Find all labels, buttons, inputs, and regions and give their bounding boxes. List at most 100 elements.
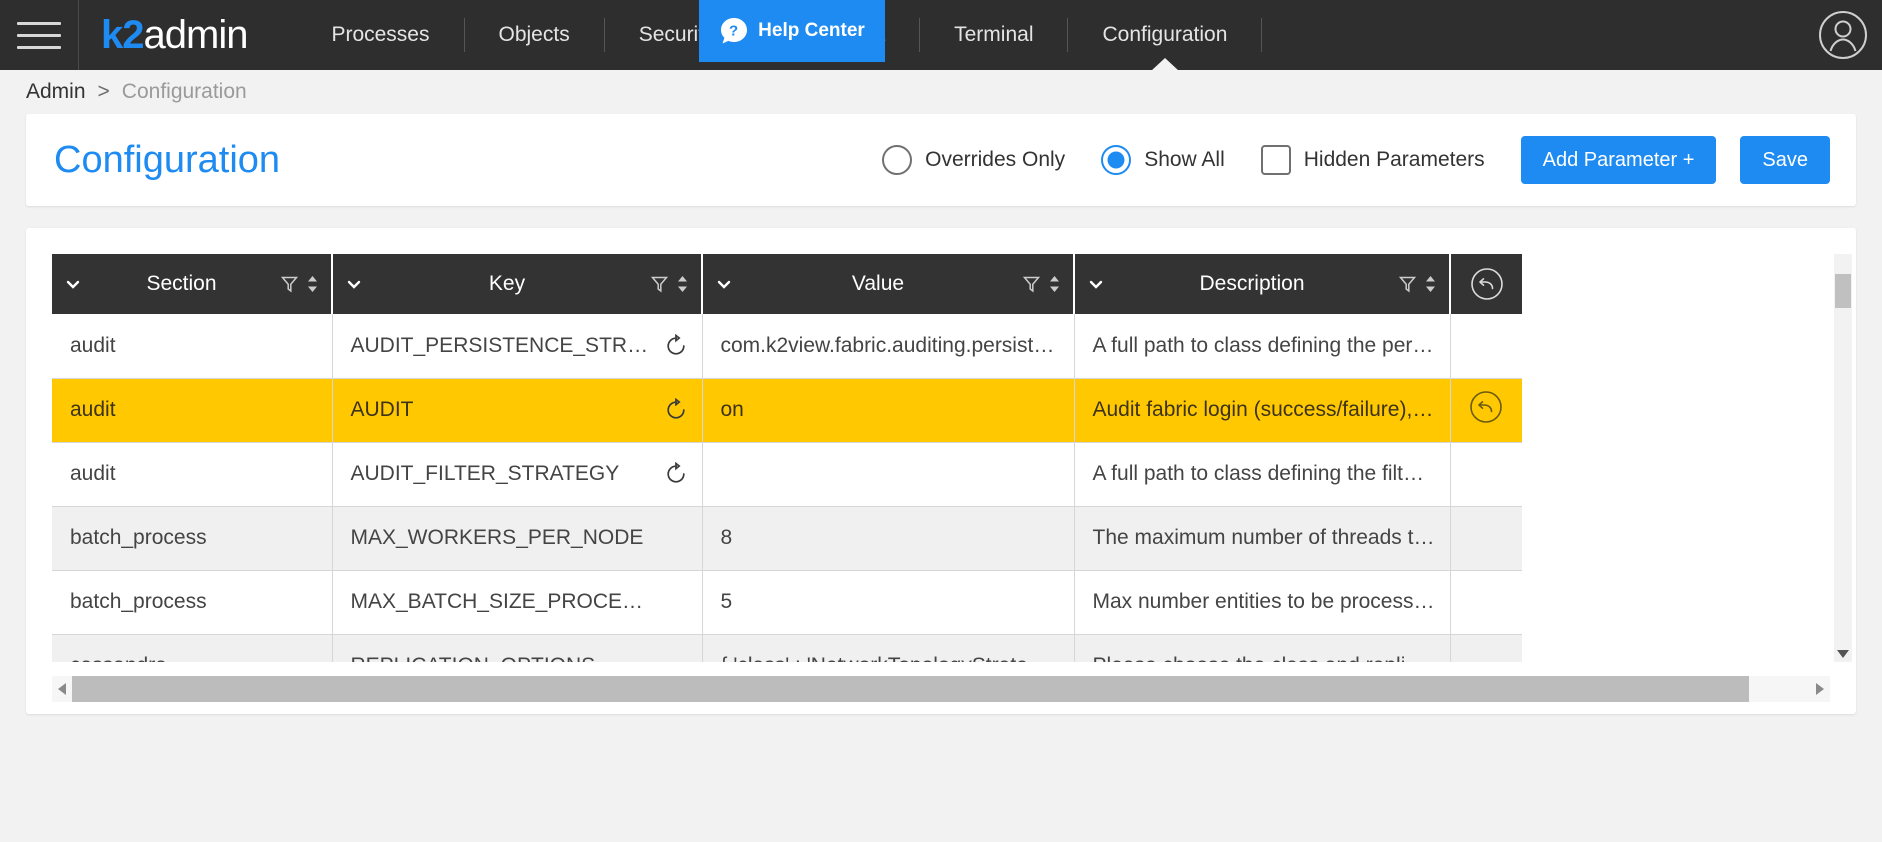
cell-value[interactable]: 8 <box>702 506 1074 570</box>
cell-revert <box>1450 634 1522 662</box>
sort-icon[interactable] <box>1048 274 1061 294</box>
table-row[interactable]: batch_processMAX_WORKERS_PER_NODE8The ma… <box>52 506 1522 570</box>
cell-description: A full path to class defining the filter… <box>1074 442 1450 506</box>
table-row[interactable]: auditAUDITonAudit fabric login (success/… <box>52 378 1522 442</box>
cell-section: cassandra <box>52 634 332 662</box>
cell-revert[interactable] <box>1450 378 1522 442</box>
table-header: Section <box>52 254 1522 314</box>
user-avatar-icon[interactable] <box>1816 8 1870 62</box>
cell-value[interactable]: { 'class' : 'NetworkTopologyStrategy', '… <box>702 634 1074 662</box>
sort-icon[interactable] <box>1424 274 1437 294</box>
nav-item-terminal[interactable]: Terminal <box>920 0 1067 70</box>
page-title: Configuration <box>54 139 280 182</box>
table-scroll-viewport: Section <box>52 254 1830 662</box>
cell-section: audit <box>52 314 332 378</box>
filter-icon[interactable] <box>281 275 298 293</box>
horizontal-scroll-track[interactable] <box>72 676 1810 702</box>
column-header-description-label: Description <box>1113 272 1391 296</box>
active-tab-caret-icon <box>1151 58 1179 71</box>
help-question-icon: ? <box>719 16 749 46</box>
scroll-right-arrow-icon[interactable] <box>1810 676 1830 702</box>
scroll-left-arrow-icon[interactable] <box>52 676 72 702</box>
top-navigation-bar: k2admin Processes Objects Security Cassa… <box>0 0 1882 70</box>
restart-required-icon[interactable] <box>664 334 688 358</box>
filter-icon[interactable] <box>1023 275 1040 293</box>
app-logo[interactable]: k2admin <box>79 13 269 58</box>
column-header-value[interactable]: Value <box>702 254 1074 314</box>
hamburger-line <box>17 22 61 25</box>
radio-overrides-only-label: Overrides Only <box>925 148 1065 172</box>
table-body: auditAUDIT_PERSISTENCE_STRATEGYcom.k2vie… <box>52 314 1522 662</box>
table-horizontal-scrollbar[interactable] <box>52 676 1830 702</box>
cell-section: batch_process <box>52 506 332 570</box>
column-header-description[interactable]: Description <box>1074 254 1450 314</box>
table-vertical-scrollbar[interactable] <box>1834 254 1852 662</box>
configuration-table-card: Section <box>26 228 1856 714</box>
filter-icon[interactable] <box>1399 275 1416 293</box>
column-header-revert-all[interactable] <box>1450 254 1522 314</box>
vertical-scroll-thumb[interactable] <box>1835 274 1851 308</box>
logo-admin-text: admin <box>144 13 248 58</box>
radio-show-all[interactable]: Show All <box>1101 145 1225 175</box>
nav-item-processes[interactable]: Processes <box>297 0 463 70</box>
configuration-header-card: Configuration Overrides Only Show All Hi… <box>26 114 1856 206</box>
add-parameter-button[interactable]: Add Parameter + <box>1521 136 1717 184</box>
cell-description: Please choose the class and replication … <box>1074 634 1450 662</box>
cell-section: audit <box>52 378 332 442</box>
save-button[interactable]: Save <box>1740 136 1830 184</box>
filter-icon[interactable] <box>651 275 668 293</box>
chevron-down-icon[interactable] <box>345 275 363 293</box>
checkbox-hidden-parameters[interactable]: Hidden Parameters <box>1261 145 1485 175</box>
breadcrumb: Admin > Configuration <box>0 70 1882 114</box>
cell-key: REPLICATION_OPTIONS <box>332 634 702 662</box>
cell-key: AUDIT_FILTER_STRATEGY <box>332 442 702 506</box>
checkbox-hidden-parameters-label: Hidden Parameters <box>1304 148 1485 172</box>
nav-item-objects[interactable]: Objects <box>465 0 604 70</box>
restart-required-icon[interactable] <box>664 462 688 486</box>
column-header-key[interactable]: Key <box>332 254 702 314</box>
revert-row-icon[interactable] <box>1469 406 1503 429</box>
table-row[interactable]: auditAUDIT_PERSISTENCE_STRATEGYcom.k2vie… <box>52 314 1522 378</box>
column-header-section-label: Section <box>90 272 273 296</box>
cell-revert <box>1450 442 1522 506</box>
checkbox-hidden-parameters-indicator[interactable] <box>1261 145 1291 175</box>
help-center-button[interactable]: ? Help Center <box>699 0 885 62</box>
radio-show-all-label: Show All <box>1144 148 1225 172</box>
sort-icon[interactable] <box>306 274 319 294</box>
cell-value[interactable] <box>702 442 1074 506</box>
column-header-section[interactable]: Section <box>52 254 332 314</box>
chevron-down-icon[interactable] <box>1087 275 1105 293</box>
cell-key-text: REPLICATION_OPTIONS <box>351 654 596 662</box>
restart-required-icon[interactable] <box>664 398 688 422</box>
chevron-down-icon[interactable] <box>715 275 733 293</box>
cell-revert <box>1450 506 1522 570</box>
cell-value[interactable]: on <box>702 378 1074 442</box>
cell-value[interactable]: com.k2view.fabric.auditing.persistence..… <box>702 314 1074 378</box>
chevron-down-icon[interactable] <box>64 275 82 293</box>
cell-key-text: MAX_WORKERS_PER_NODE <box>351 526 644 549</box>
cell-description: A full path to class defining the persis… <box>1074 314 1450 378</box>
cell-key: AUDIT_PERSISTENCE_STRATEGY <box>332 314 702 378</box>
table-row[interactable]: cassandra REPLICATION_OPTIONS { 'class' : … <box>52 634 1522 662</box>
hamburger-menu-icon[interactable] <box>0 0 78 70</box>
revert-all-icon[interactable] <box>1470 267 1504 301</box>
horizontal-scroll-thumb[interactable] <box>72 676 1749 702</box>
table-row[interactable]: batch_processMAX_BATCH_SIZE_PROCESSING5M… <box>52 570 1522 634</box>
cell-key-text: MAX_BATCH_SIZE_PROCESSING <box>351 590 688 613</box>
table-row[interactable]: audit AUDIT_FILTER_STRATEGY A full path to… <box>52 442 1522 506</box>
cell-value[interactable]: 5 <box>702 570 1074 634</box>
sort-icon[interactable] <box>676 274 689 294</box>
help-center-label: Help Center <box>758 20 865 42</box>
cell-key-text: AUDIT_FILTER_STRATEGY <box>351 462 620 485</box>
scroll-down-arrow-icon[interactable] <box>1837 650 1849 658</box>
cell-key: AUDIT <box>332 378 702 442</box>
nav-item-configuration-label: Configuration <box>1102 23 1227 46</box>
breadcrumb-root[interactable]: Admin <box>26 80 86 104</box>
nav-item-configuration[interactable]: Configuration <box>1068 0 1261 70</box>
cell-key-text: AUDIT <box>351 398 414 421</box>
configuration-table: Section <box>52 254 1522 662</box>
radio-overrides-only[interactable]: Overrides Only <box>882 145 1065 175</box>
cell-section: audit <box>52 442 332 506</box>
radio-overrides-only-indicator[interactable] <box>882 145 912 175</box>
radio-show-all-indicator[interactable] <box>1101 145 1131 175</box>
